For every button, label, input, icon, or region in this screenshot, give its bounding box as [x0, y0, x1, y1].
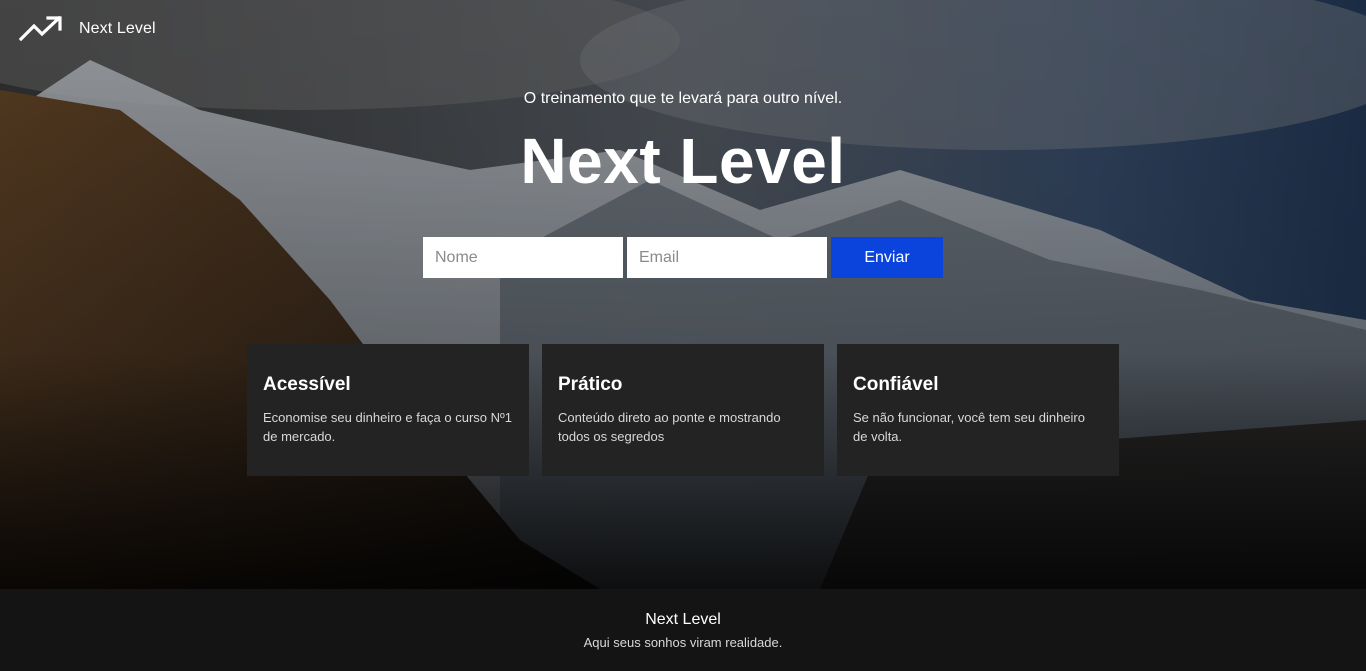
hero-section: Next Level O treinamento que te levará p… — [0, 0, 1366, 589]
mountain-background-image — [0, 0, 1366, 589]
signup-form: Enviar — [423, 237, 943, 278]
feature-card-acessivel: Acessível Economise seu dinheiro e faça … — [247, 344, 529, 476]
footer-title: Next Level — [645, 611, 721, 628]
submit-button[interactable]: Enviar — [831, 237, 943, 278]
logo[interactable]: Next Level — [19, 15, 156, 43]
feature-card-confiavel: Confiável Se não funcionar, você tem seu… — [837, 344, 1119, 476]
trending-up-icon — [19, 15, 62, 42]
feature-card-title: Prático — [558, 374, 623, 395]
feature-card-text: Economise seu dinheiro e faça o curso Nº… — [263, 410, 512, 444]
feature-card-title: Confiável — [853, 374, 939, 395]
feature-card-pratico: Prático Conteúdo direto ao ponte e mostr… — [542, 344, 824, 476]
feature-cards: Acessível Economise seu dinheiro e faça … — [247, 344, 1119, 476]
email-input[interactable] — [627, 237, 827, 278]
hero-title: Next Level — [520, 125, 846, 197]
footer-subtitle: Aqui seus sonhos viram realidade. — [583, 635, 783, 650]
feature-card-title: Acessível — [263, 374, 351, 395]
footer: Next Level Aqui seus sonhos viram realid… — [0, 589, 1366, 671]
name-input[interactable] — [423, 237, 623, 278]
hero-tagline: O treinamento que te levará para outro n… — [523, 90, 843, 107]
logo-text: Next Level — [79, 20, 156, 37]
feature-card-text: Se não funcionar, você tem seu dinheiro … — [853, 410, 1085, 444]
feature-card-text: Conteúdo direto ao ponte e mostrando tod… — [558, 410, 781, 444]
